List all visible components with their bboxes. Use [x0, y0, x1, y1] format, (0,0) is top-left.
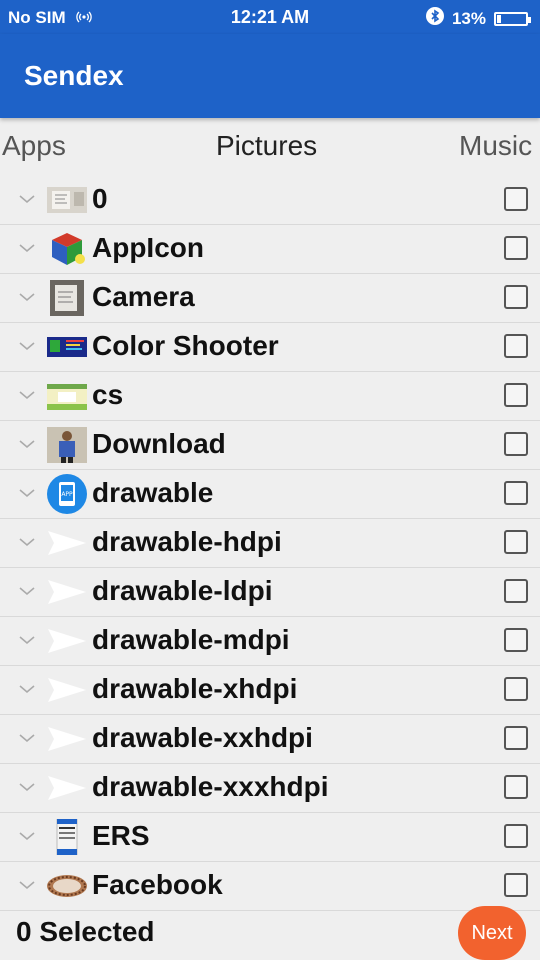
list-item[interactable]: drawable-ldpi [0, 568, 540, 617]
select-checkbox[interactable] [504, 481, 528, 505]
chevron-down-icon[interactable] [18, 290, 36, 302]
list-item-label: AppIcon [92, 232, 204, 263]
list-item[interactable]: AppIcon [0, 225, 540, 274]
game-screenshot-icon [46, 329, 88, 365]
paper-plane-icon [46, 574, 88, 610]
list-item-label: ERS [92, 820, 150, 851]
list-item[interactable]: drawable-hdpi [0, 519, 540, 568]
select-checkbox[interactable] [504, 530, 528, 554]
list-item[interactable]: Download [0, 421, 540, 470]
list-item[interactable]: 0 [0, 176, 540, 225]
battery-icon [494, 11, 531, 26]
select-checkbox[interactable] [504, 236, 528, 260]
chevron-down-icon[interactable] [18, 780, 36, 792]
list-item[interactable]: APP drawable [0, 470, 540, 519]
chevron-down-icon[interactable] [18, 388, 36, 400]
select-checkbox[interactable] [504, 824, 528, 848]
paper-plane-icon [46, 525, 88, 561]
list-item[interactable]: drawable-mdpi [0, 617, 540, 666]
list-item-label: drawable-ldpi [92, 575, 273, 606]
tab-bar: Apps Pictures Music [0, 120, 540, 176]
select-checkbox[interactable] [504, 383, 528, 407]
cube-icon [46, 231, 88, 267]
chevron-down-icon[interactable] [18, 584, 36, 596]
tab-music[interactable]: Music [459, 130, 532, 162]
round-photo-icon [46, 868, 88, 904]
chevron-down-icon[interactable] [18, 878, 36, 890]
camera-photo-thumb-icon [46, 280, 88, 316]
select-checkbox[interactable] [504, 873, 528, 897]
paper-plane-icon [46, 623, 88, 659]
list-item-label: drawable-mdpi [92, 624, 290, 655]
select-checkbox[interactable] [504, 187, 528, 211]
chevron-down-icon[interactable] [18, 633, 36, 645]
chevron-down-icon[interactable] [18, 682, 36, 694]
chevron-down-icon[interactable] [18, 437, 36, 449]
list-item-label: 0 [92, 183, 108, 214]
svg-text:APP: APP [61, 491, 73, 498]
chevron-down-icon[interactable] [18, 535, 36, 547]
photo-thumb-icon [46, 182, 88, 218]
list-item[interactable]: ERS [0, 813, 540, 862]
select-checkbox[interactable] [504, 628, 528, 652]
chevron-down-icon[interactable] [18, 731, 36, 743]
list-item-label: cs [92, 379, 124, 410]
select-checkbox[interactable] [504, 677, 528, 701]
list-item-label: Camera [92, 281, 195, 312]
app-bar: Sendex [0, 34, 540, 118]
list-item-label: drawable-xhdpi [92, 673, 298, 704]
tab-apps[interactable]: Apps [2, 130, 66, 162]
chevron-down-icon[interactable] [18, 241, 36, 253]
person-photo-icon [46, 427, 88, 463]
battery-percent: 13% [451, 8, 486, 28]
list-item-label: drawable-xxhdpi [92, 722, 313, 753]
tab-pictures[interactable]: Pictures [216, 130, 317, 162]
list-item[interactable]: drawable-xxxhdpi [0, 764, 540, 813]
select-checkbox[interactable] [504, 775, 528, 799]
select-checkbox[interactable] [504, 726, 528, 750]
chevron-down-icon[interactable] [18, 486, 36, 498]
battery-level [497, 14, 501, 23]
paper-plane-icon [46, 672, 88, 708]
folder-list: 0 AppIcon Camera Color Shooter cs Download APP… [0, 176, 540, 911]
list-item-label: drawable-xxxhdpi [92, 771, 329, 802]
app-logo-icon: APP [46, 473, 88, 514]
list-item-label: Color Shooter [92, 330, 279, 361]
list-item[interactable]: drawable-xxhdpi [0, 715, 540, 764]
list-item-label: Download [92, 428, 226, 459]
list-item-label: Facebook [92, 869, 223, 900]
status-bar: No SIM 12:21 AM 13% [0, 0, 540, 34]
paper-plane-icon [46, 770, 88, 806]
list-item[interactable]: drawable-xhdpi [0, 666, 540, 715]
select-checkbox[interactable] [504, 285, 528, 309]
app-title: Sendex [24, 60, 124, 91]
screenshot-thumb-icon [46, 378, 88, 414]
app-screenshot-icon [46, 818, 88, 856]
chevron-down-icon[interactable] [18, 829, 36, 841]
list-item-label: drawable [92, 477, 214, 508]
list-item[interactable]: Camera [0, 274, 540, 323]
select-checkbox[interactable] [504, 432, 528, 456]
list-item[interactable]: cs [0, 372, 540, 421]
paper-plane-icon [46, 721, 88, 757]
footer-bar: 0 Selected Next [0, 904, 540, 960]
select-checkbox[interactable] [504, 334, 528, 358]
list-item-label: drawable-hdpi [92, 526, 282, 557]
next-button[interactable]: Next [458, 906, 526, 960]
list-item[interactable]: Color Shooter [0, 323, 540, 372]
select-checkbox[interactable] [504, 579, 528, 603]
chevron-down-icon[interactable] [18, 339, 36, 351]
chevron-down-icon[interactable] [18, 192, 36, 204]
bluetooth-icon [425, 7, 444, 30]
selected-count: 0 Selected [16, 916, 155, 947]
